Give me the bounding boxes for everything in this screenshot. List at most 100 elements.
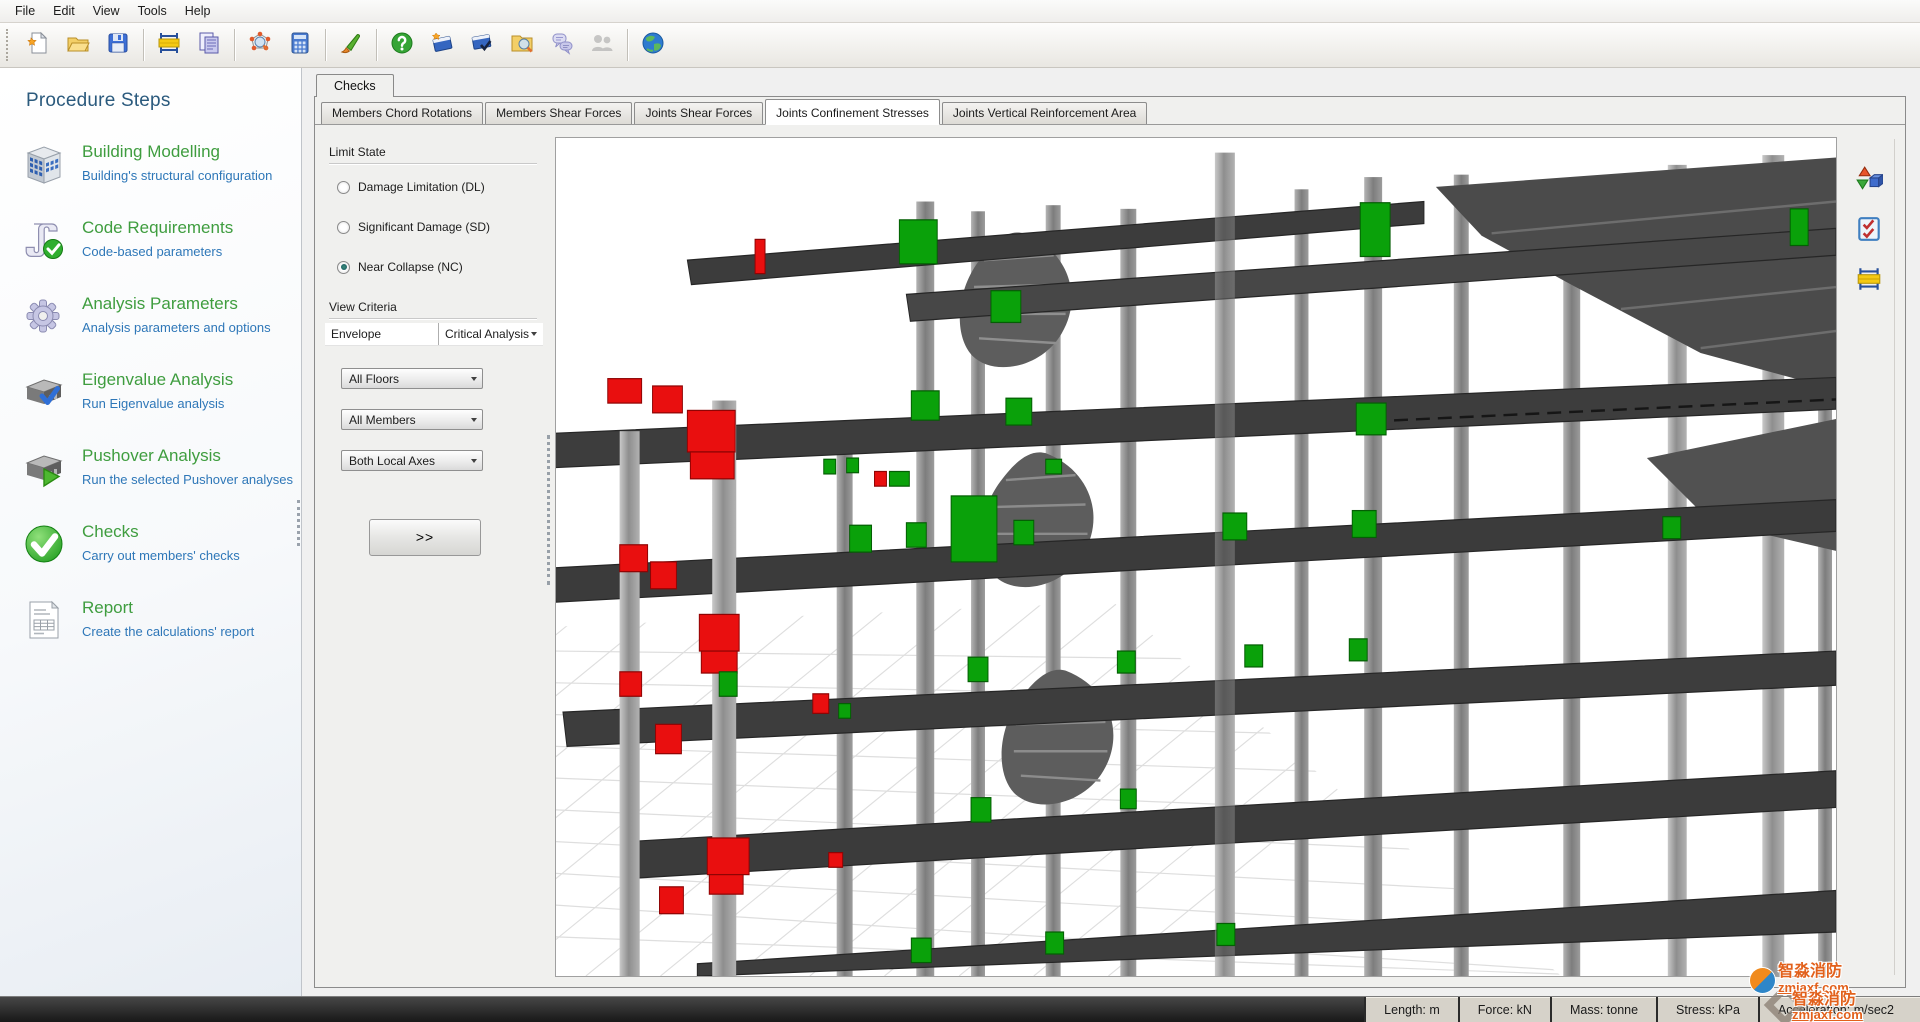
sidebar-item-report[interactable]: Report Create the calculations' report: [22, 598, 293, 642]
critical-analysis-value: Critical Analysis: [445, 327, 529, 341]
limit-state-group-label: Limit State: [329, 145, 537, 164]
chip-play-icon: [22, 446, 66, 490]
apply-button[interactable]: >>: [369, 519, 481, 556]
checks-subtabs: Members Chord Rotations Members Shear Fo…: [315, 97, 1905, 125]
comments-icon: [549, 30, 575, 61]
menu-tools[interactable]: Tools: [129, 1, 176, 21]
checks-panel: Members Chord Rotations Members Shear Fo…: [314, 96, 1906, 988]
chevron-down-icon: [471, 418, 477, 422]
new-project-button[interactable]: [18, 26, 58, 64]
toolbar-separator: [627, 29, 628, 61]
panel-splitter[interactable]: [543, 135, 555, 979]
main-toolbar: [0, 23, 1920, 68]
subtab-joints-confinement-stresses[interactable]: Joints Confinement Stresses: [765, 99, 940, 125]
sidebar-item-subtitle: Analysis parameters and options: [82, 320, 271, 335]
application-window: File Edit View Tools Help: [0, 0, 1920, 1022]
sidebar-item-subtitle: Building's structural configuration: [82, 168, 272, 183]
sidebar-item-subtitle: Run Eigenvalue analysis: [82, 396, 233, 411]
report-button[interactable]: [189, 26, 229, 64]
globe-icon: [640, 30, 666, 61]
display-options-button[interactable]: [331, 26, 371, 64]
verification-report-button[interactable]: [462, 26, 502, 64]
forum-button[interactable]: [542, 26, 582, 64]
subtab-joints-vertical-reinforcement-area[interactable]: Joints Vertical Reinforcement Area: [942, 102, 1147, 124]
critical-analysis-dropdown[interactable]: Critical Analysis: [439, 323, 543, 345]
sidebar-item-eigenvalue-analysis[interactable]: Eigenvalue Analysis Run Eigenvalue analys…: [22, 370, 293, 414]
open-project-button[interactable]: [58, 26, 98, 64]
checks-list-button[interactable]: [1851, 213, 1887, 249]
controls-column: Limit State Damage Limitation (DL) Signi…: [325, 135, 543, 979]
axes-value: Both Local Axes: [349, 454, 435, 468]
website-button[interactable]: [633, 26, 673, 64]
view-criteria-group-label: View Criteria: [329, 300, 537, 319]
menu-view[interactable]: View: [84, 1, 129, 21]
user-manual-button[interactable]: [422, 26, 462, 64]
tab-checks[interactable]: Checks: [316, 74, 394, 97]
sidebar-item-title: Analysis Parameters: [82, 294, 271, 314]
tab-row: Checks: [314, 74, 1906, 97]
procedure-steps-sidebar: Procedure Steps Building ModellingBuildi…: [0, 68, 302, 996]
sidebar-item-pushover-analysis[interactable]: Pushover AnalysisRun the selected Pushov…: [22, 446, 293, 490]
chevron-down-icon: [471, 459, 477, 463]
subtab-members-chord-rotations[interactable]: Members Chord Rotations: [321, 102, 483, 124]
gear-icon: [22, 294, 66, 338]
radio-label: Significant Damage (SD): [358, 220, 490, 234]
panel-body: Limit State Damage Limitation (DL) Signi…: [315, 125, 1905, 987]
save-project-button[interactable]: [98, 26, 138, 64]
deformed-shape-button[interactable]: [1851, 163, 1887, 199]
content-area: Procedure Steps Building ModellingBuildi…: [0, 68, 1920, 996]
open-folder-icon: [65, 30, 91, 61]
axes-dropdown[interactable]: Both Local Axes: [341, 450, 483, 471]
sidebar-item-checks[interactable]: ChecksCarry out members' checks: [22, 522, 293, 566]
help-button[interactable]: [382, 26, 422, 64]
sidebar-item-title: Checks: [82, 522, 240, 542]
radio-circle[interactable]: [337, 181, 350, 194]
floors-value: All Floors: [349, 372, 399, 386]
status-bar: Length: m Force: kN Mass: tonne Stress: …: [0, 996, 1920, 1022]
examples-button[interactable]: [502, 26, 542, 64]
report-doc-icon: [196, 30, 222, 61]
sidebar-item-title: Code Requirements: [82, 218, 233, 238]
code-scroll-icon: [22, 218, 66, 262]
sidebar-item-analysis-parameters[interactable]: Analysis Parameters Analysis parameters a…: [22, 294, 293, 338]
sidebar-item-title: Eigenvalue Analysis: [82, 370, 233, 390]
sidebar-item-title: Pushover Analysis: [82, 446, 293, 466]
radio-damage-limitation[interactable]: Damage Limitation (DL): [337, 180, 537, 194]
menu-edit[interactable]: Edit: [44, 1, 84, 21]
menu-file[interactable]: File: [6, 1, 44, 21]
subtab-members-shear-forces[interactable]: Members Shear Forces: [485, 102, 632, 124]
radio-near-collapse[interactable]: Near Collapse (NC): [337, 260, 537, 274]
paintbrush-icon: [338, 30, 364, 61]
calculator-button[interactable]: [280, 26, 320, 64]
menu-help[interactable]: Help: [176, 1, 220, 21]
model-3d-viewport[interactable]: [555, 137, 1837, 977]
sidebar-item-building-modelling[interactable]: Building ModellingBuilding's structural …: [22, 142, 293, 186]
building-modeller-button[interactable]: [149, 26, 189, 64]
status-acceleration-unit: Acceleration: m/sec2: [1758, 997, 1920, 1022]
envelope-field[interactable]: Envelope: [325, 323, 438, 345]
view-toolbar: [1837, 135, 1901, 979]
building-model-render: [556, 138, 1836, 976]
radio-label: Near Collapse (NC): [358, 260, 463, 274]
people-icon: [589, 30, 615, 61]
floors-dropdown[interactable]: All Floors: [341, 368, 483, 389]
members-dropdown[interactable]: All Members: [341, 409, 483, 430]
sidebar-item-title: Report: [82, 598, 254, 618]
radio-circle[interactable]: [337, 261, 350, 274]
toolbar-separator: [234, 29, 235, 61]
main-area: Checks Members Chord Rotations Members S…: [302, 68, 1920, 996]
staircase-right: [1436, 158, 1836, 551]
beam-section-button[interactable]: [1851, 263, 1887, 299]
book-star-icon: [429, 30, 455, 61]
sidebar-item-subtitle: Create the calculations' report: [82, 624, 254, 639]
radio-circle[interactable]: [337, 221, 350, 234]
members-value: All Members: [349, 413, 416, 427]
radio-significant-damage[interactable]: Significant Damage (SD): [337, 220, 537, 234]
toolbar-separator: [325, 29, 326, 61]
view-3d-model-button[interactable]: [240, 26, 280, 64]
community-button[interactable]: [582, 26, 622, 64]
toolbar-grip[interactable]: [6, 29, 12, 61]
subtab-joints-shear-forces[interactable]: Joints Shear Forces: [634, 102, 763, 124]
view-criteria-row: Envelope Critical Analysis: [325, 323, 543, 346]
sidebar-item-code-requirements[interactable]: Code RequirementsCode-based parameters: [22, 218, 293, 262]
